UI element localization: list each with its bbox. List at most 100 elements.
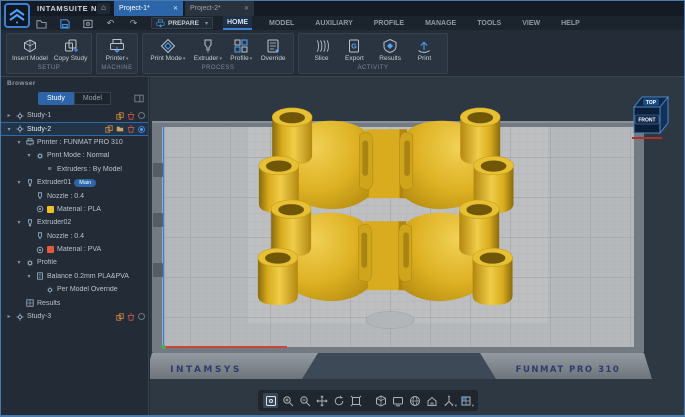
insert-model-icon — [22, 38, 38, 54]
tree-item-material-pva[interactable]: Material : PVA — [1, 243, 148, 256]
tab-model[interactable]: Model — [74, 92, 111, 105]
fit-view-icon[interactable] — [263, 393, 278, 408]
view-cube[interactable]: TOP FRONT — [630, 91, 670, 141]
dropdown-icon: ▾ — [219, 56, 222, 62]
expander-icon[interactable]: ▸ — [6, 112, 12, 119]
copy-icon[interactable] — [116, 313, 124, 321]
extruder-button[interactable]: Extruder▾ — [191, 37, 225, 63]
tree-item-study-3[interactable]: ▸ Study-3 — [1, 310, 148, 323]
expander-icon[interactable]: ▾ — [16, 179, 22, 186]
delete-icon[interactable] — [127, 125, 135, 133]
zoom-icon[interactable] — [297, 393, 312, 408]
delete-icon[interactable] — [127, 112, 135, 120]
results-button[interactable]: Results — [376, 37, 404, 63]
dropdown-icon: ▾ — [250, 56, 253, 62]
redo-icon[interactable]: ↷ — [127, 17, 140, 29]
menu-model[interactable]: MODEL — [265, 16, 298, 30]
tree-item-per-model-override[interactable]: Per Model Override — [1, 283, 148, 296]
insert-model-button[interactable]: Insert Model — [9, 37, 51, 63]
tree-item-nozzle-2[interactable]: Nozzle : 0.4 — [1, 230, 148, 243]
material-color-swatch — [47, 206, 54, 213]
print-mode-icon — [160, 38, 176, 54]
printer-icon — [25, 138, 34, 147]
viewport-3d[interactable]: INTAMSYS FUNMAT PRO 310 TOP FRON — [150, 77, 684, 415]
menu-view[interactable]: VIEW — [518, 16, 544, 30]
origin-marker — [161, 345, 165, 349]
tree-item-nozzle-1[interactable]: Nozzle : 0.4 — [1, 189, 148, 202]
expander-icon[interactable]: ▸ — [6, 313, 12, 320]
tree-item-profile-preset[interactable]: ▾ Balance 0.2mm PLA&PVA — [1, 270, 148, 283]
home-view-icon[interactable] — [424, 393, 439, 408]
dropdown-icon: ▾ — [472, 403, 474, 409]
collapse-panel-icon[interactable] — [134, 94, 144, 103]
zoom-window-icon[interactable] — [280, 393, 295, 408]
save-icon[interactable] — [58, 17, 71, 29]
screen-view-icon[interactable] — [390, 393, 405, 408]
printer-icon — [109, 38, 125, 54]
menu-profile[interactable]: PROFILE — [370, 16, 408, 30]
menu-manage[interactable]: MANAGE — [421, 16, 460, 30]
active-study-indicator[interactable] — [138, 126, 145, 133]
slice-icon — [314, 38, 330, 54]
active-study-radio[interactable] — [138, 112, 145, 119]
reset-view-icon[interactable] — [348, 393, 363, 408]
tree-item-profile[interactable]: ▾ Profile — [1, 256, 148, 269]
print-mode-button[interactable]: Print Mode▾ — [147, 37, 188, 63]
study-icon — [15, 125, 24, 134]
browser-panel: Browser Study Model ▸ Study-1 ▾ — [1, 77, 149, 415]
ribbon-group-machine: Printer▾ MACHINE — [96, 33, 138, 74]
export-button[interactable]: G Export — [342, 37, 367, 63]
tree-item-results[interactable]: Results — [1, 296, 148, 309]
slice-button[interactable]: Slice — [311, 37, 333, 63]
menu-help[interactable]: HELP — [557, 16, 584, 30]
expander-icon[interactable]: ▾ — [6, 126, 12, 133]
override-button[interactable]: Override — [258, 37, 289, 63]
axes-view-icon[interactable]: ▾ — [441, 393, 456, 408]
expander-icon[interactable]: ▾ — [16, 139, 22, 146]
undo-icon[interactable]: ↶ — [104, 17, 117, 29]
menu-auxiliary[interactable]: AUXILIARY — [311, 16, 356, 30]
tree-item-study-2[interactable]: ▾ Study-2 — [1, 122, 148, 135]
globe-view-icon[interactable] — [407, 393, 422, 408]
delete-icon[interactable] — [127, 313, 135, 321]
copy-icon[interactable] — [116, 112, 124, 120]
menu-home[interactable]: HOME — [223, 16, 252, 30]
tree-item-study-1[interactable]: ▸ Study-1 — [1, 109, 148, 122]
copy-icon[interactable] — [105, 125, 113, 133]
tree-item-print-mode[interactable]: ▾ Print Mode : Normal — [1, 149, 148, 162]
printer-button[interactable]: Printer▾ — [103, 37, 132, 63]
tree-item-material-pla[interactable]: Material : PLA — [1, 203, 148, 216]
brand-left: INTAMSYS — [170, 365, 242, 375]
tree-item-extruder02[interactable]: ▾ Extruder02 — [1, 216, 148, 229]
tree-item-extruders-mode[interactable]: ≡ Extruders : By Model — [1, 163, 148, 176]
pan-icon[interactable] — [314, 393, 329, 408]
close-icon[interactable]: ✕ — [173, 5, 178, 12]
open-file-icon[interactable] — [35, 17, 48, 29]
active-study-radio[interactable] — [138, 313, 145, 320]
package-icon[interactable] — [81, 17, 94, 29]
expander-icon[interactable]: ▾ — [26, 152, 32, 159]
tree-item-extruder01[interactable]: ▾ Extruder01 Main — [1, 176, 148, 189]
expander-icon[interactable]: ▾ — [16, 259, 22, 266]
material-color-swatch — [47, 246, 54, 253]
standard-views-icon[interactable] — [373, 393, 388, 408]
menu-tools[interactable]: TOOLS — [473, 16, 505, 30]
tab-project-2[interactable]: Project-2* ✕ — [185, 1, 254, 16]
tree-item-printer[interactable]: ▾ Printer : FUNMAT PRO 310 — [1, 136, 148, 149]
print-button[interactable]: Print — [413, 37, 435, 63]
section-view-icon[interactable]: ▾ — [458, 393, 473, 408]
copy-study-button[interactable]: Copy Study — [51, 37, 91, 63]
close-icon[interactable]: ✕ — [244, 5, 249, 12]
profile-button[interactable]: Profile▾ — [227, 37, 255, 63]
folder-icon[interactable] — [116, 125, 124, 133]
rotate-view-icon[interactable] — [331, 393, 346, 408]
mode-dropdown[interactable]: PREPARE ▾ — [151, 17, 213, 29]
tab-study[interactable]: Study — [38, 92, 74, 105]
view-cube-front-label: FRONT — [638, 118, 655, 124]
expander-icon[interactable]: ▾ — [16, 219, 22, 226]
plate-bezel: INTAMSYS FUNMAT PRO 310 — [150, 353, 652, 379]
expander-icon[interactable]: ▾ — [26, 273, 32, 280]
tab-project-1[interactable]: Project-1* ✕ — [114, 1, 183, 16]
home-button[interactable]: ⌂ — [97, 3, 110, 14]
document-icon — [35, 272, 44, 281]
